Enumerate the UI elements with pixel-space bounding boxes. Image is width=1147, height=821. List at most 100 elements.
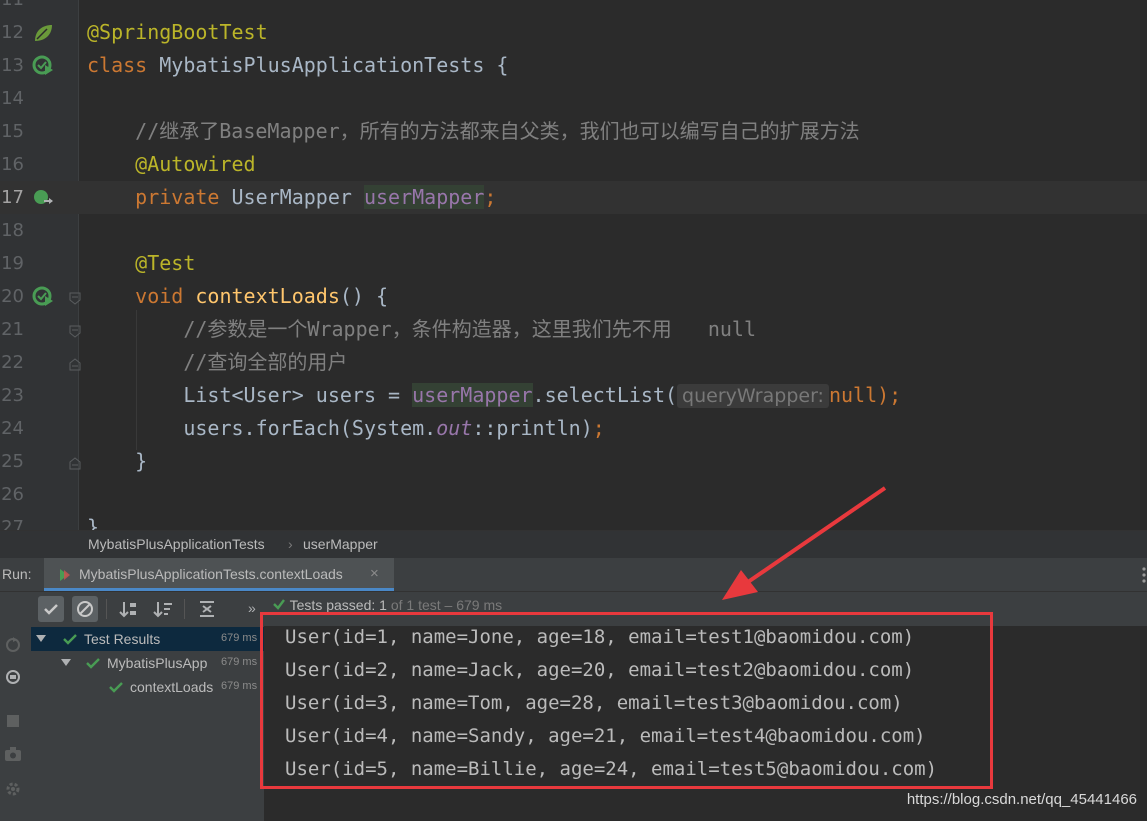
code-line[interactable]: 23 List<User> users = userMapper.selectL… <box>0 379 1147 412</box>
tree-row-test-results[interactable]: Test Results 679 ms <box>31 627 264 651</box>
line-number: 22 <box>1 352 24 373</box>
passed-check-icon <box>109 682 123 693</box>
toolbar-overflow-icon[interactable]: » <box>248 600 256 616</box>
line-number: 12 <box>1 22 24 43</box>
code-token: @SpringBootTest <box>87 20 268 44</box>
expand-arrow-icon <box>36 635 46 642</box>
tree-row-class[interactable]: MybatisPlusApp 679 ms <box>31 651 264 675</box>
line-number: 11 <box>0 0 24 16</box>
line-number: 14 <box>1 88 24 109</box>
code-line[interactable]: 17 private UserMapper userMapper; <box>0 181 1147 214</box>
code-line[interactable]: 27} <box>0 511 1147 530</box>
breadcrumb-member[interactable]: userMapper <box>303 536 378 552</box>
code-token: userMapper <box>412 383 533 407</box>
code-token: ; <box>484 185 497 209</box>
fold-marker-icon[interactable] <box>69 356 81 371</box>
code-line[interactable]: 12 @SpringBootTest <box>0 16 1147 49</box>
code-line[interactable]: 14 <box>0 82 1147 115</box>
code-line[interactable]: 13 class MybatisPlusApplicationTests { <box>0 49 1147 82</box>
run-test-icon[interactable] <box>32 286 54 308</box>
test-tree[interactable]: Test Results 679 ms MybatisPlusApp 679 m… <box>31 626 264 821</box>
code-token: contextLoads <box>195 284 340 308</box>
run-test-icon[interactable] <box>32 55 54 77</box>
code-token: class <box>87 53 148 77</box>
toolbar-separator <box>184 599 185 619</box>
code-token: private <box>135 185 220 209</box>
line-number: 27 <box>1 517 24 530</box>
show-passed-button[interactable] <box>38 596 64 622</box>
code-line[interactable]: 16 @Autowired <box>0 148 1147 181</box>
sort-duration-icon <box>153 602 172 618</box>
code-line[interactable]: 19 @Test <box>0 247 1147 280</box>
code-text: @Test <box>87 247 195 280</box>
sort-by-duration-button[interactable] <box>150 596 176 622</box>
code-token: userMapper <box>363 185 485 209</box>
spring-bean-icon[interactable] <box>32 22 54 44</box>
code-line[interactable]: 24 users.forEach(System.out::println); <box>0 412 1147 445</box>
stop-icon[interactable] <box>6 714 20 728</box>
tree-time: 679 ms <box>221 656 258 668</box>
code-line[interactable]: 15 //继承了BaseMapper，所有的方法都来自父类，我们也可以编写自己的… <box>0 115 1147 148</box>
fold-marker-icon[interactable] <box>69 455 81 470</box>
code-token: //参数是一个Wrapper，条件构造器，这里我们先不用 null <box>87 317 756 341</box>
code-token: //继承了BaseMapper，所有的方法都来自父类，我们也可以编写自己的扩展方… <box>87 119 860 143</box>
code-editor[interactable]: 11 12 @SpringBootTest 13 class MybatisPlusAp… <box>0 0 1147 530</box>
toggle-auto-test-icon[interactable] <box>4 668 22 686</box>
expand-all-icon <box>200 601 214 617</box>
code-token: } <box>87 449 148 473</box>
fold-marker-icon[interactable] <box>69 290 81 305</box>
line-number: 13 <box>1 55 24 76</box>
code-token: users.forEach(System. <box>87 416 437 440</box>
watermark: https://blog.csdn.net/qq_45441466 <box>906 791 1137 808</box>
settings-icon[interactable] <box>4 780 22 798</box>
code-line[interactable]: 11 <box>0 0 1147 16</box>
fold-marker-icon[interactable] <box>69 323 81 338</box>
code-token: @Test <box>135 251 196 275</box>
code-line[interactable]: 26 <box>0 478 1147 511</box>
code-text: private UserMapper userMapper; <box>87 181 496 214</box>
more-options-icon[interactable] <box>1140 566 1147 584</box>
code-text: } <box>87 511 99 530</box>
parameter-hint: queryWrapper: <box>677 384 829 408</box>
line-number: 20 <box>1 286 24 307</box>
expand-arrow-icon <box>61 659 71 666</box>
sort-alphabetically-button[interactable] <box>116 596 142 622</box>
tests-passed-detail: of 1 test – 679 ms <box>390 597 503 613</box>
expand-all-button[interactable] <box>194 596 220 622</box>
code-token: () { <box>339 284 389 308</box>
code-line[interactable]: 22 //查询全部的用户 <box>0 346 1147 379</box>
line-number: 25 <box>1 451 24 472</box>
code-token: void <box>135 284 184 308</box>
test-status: Tests passed: 1 of 1 test – 679 ms <box>272 597 502 613</box>
show-ignored-button[interactable] <box>72 596 98 622</box>
rerun-failed-icon[interactable] <box>4 636 22 654</box>
passed-check-icon <box>273 599 285 610</box>
line-number: 26 <box>1 484 24 505</box>
tree-row-method[interactable]: contextLoads 679 ms <box>31 675 264 699</box>
code-line[interactable]: 20 void contextLoads() { <box>0 280 1147 313</box>
run-config-icon <box>60 569 70 581</box>
tree-label: MybatisPlusApp <box>107 655 208 671</box>
breadcrumb-class[interactable]: MybatisPlusApplicationTests <box>88 536 265 552</box>
passed-check-icon <box>63 634 77 645</box>
code-line[interactable]: 21 //参数是一个Wrapper，条件构造器，这里我们先不用 null <box>0 313 1147 346</box>
code-token: null <box>828 383 878 407</box>
close-tab-icon[interactable]: × <box>370 565 379 582</box>
run-tab[interactable]: MybatisPlusApplicationTests.contextLoads… <box>44 558 394 591</box>
code-token: out <box>436 416 473 440</box>
breadcrumb: MybatisPlusApplicationTests › userMapper <box>0 530 1147 558</box>
tree-label: Test Results <box>84 631 161 647</box>
code-text: //继承了BaseMapper，所有的方法都来自父类，我们也可以编写自己的扩展方… <box>87 115 860 148</box>
camera-icon[interactable] <box>4 746 22 762</box>
autowired-navigate-icon[interactable] <box>32 187 54 209</box>
code-line[interactable]: 25 } <box>0 445 1147 478</box>
ignored-icon <box>77 601 93 617</box>
code-text: class MybatisPlusApplicationTests { <box>87 49 508 82</box>
code-text: @Autowired <box>87 148 255 181</box>
code-text: users.forEach(System.out::println); <box>87 412 604 445</box>
code-line[interactable]: 18 <box>0 214 1147 247</box>
